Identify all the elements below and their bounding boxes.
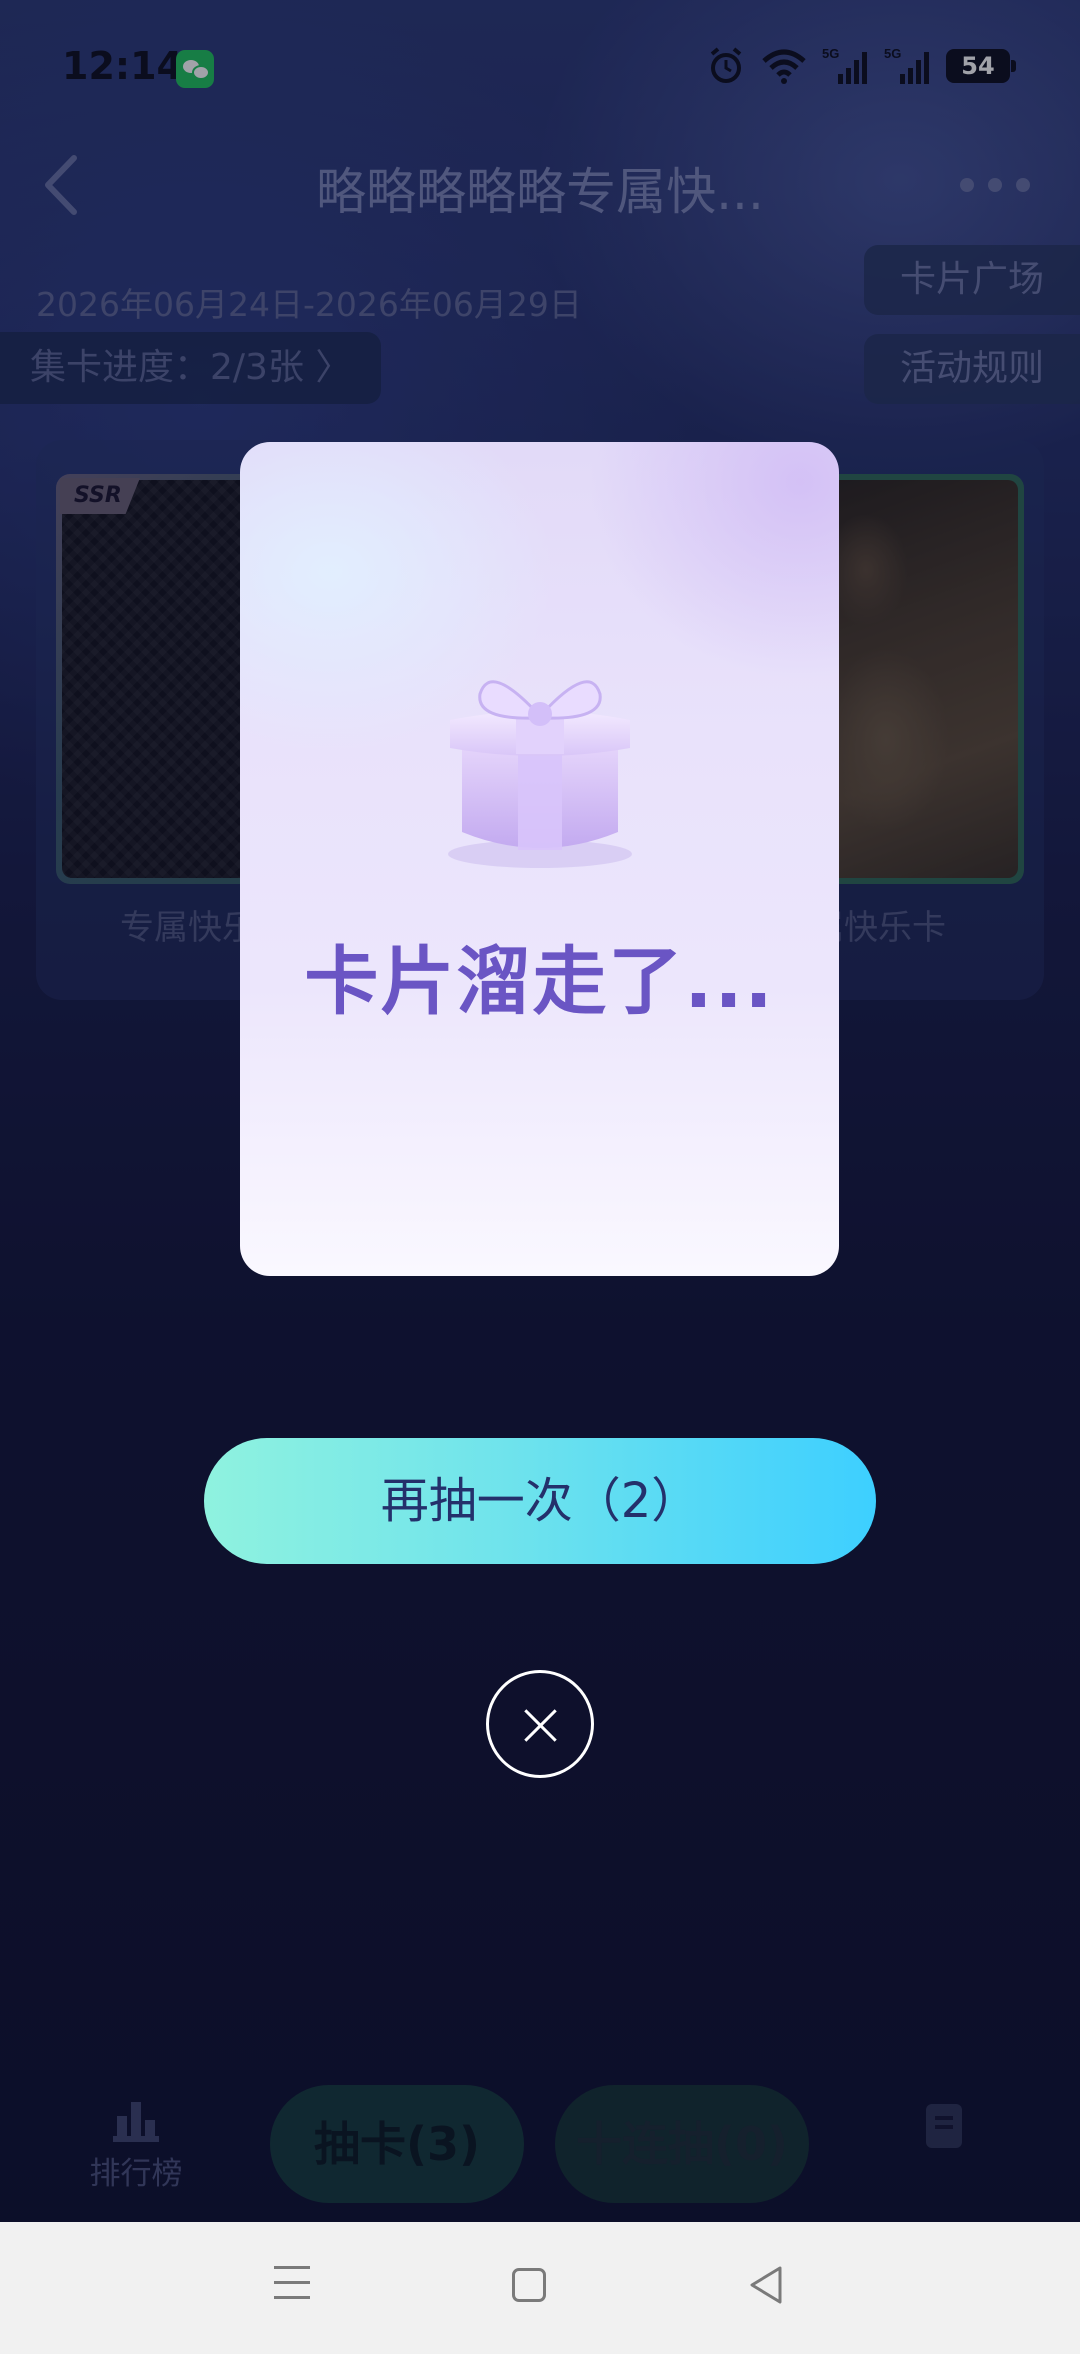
system-nav-bar	[0, 2222, 1080, 2354]
nav-home-icon[interactable]	[512, 2268, 546, 2302]
redraw-button[interactable]: 再抽一次（2）	[204, 1438, 876, 1564]
nav-recents-icon[interactable]	[274, 2266, 314, 2306]
draw-result-modal: 卡片溜走了...	[240, 442, 839, 1276]
close-icon[interactable]	[486, 1670, 594, 1778]
draw-result-message: 卡片溜走了...	[304, 939, 775, 1025]
gift-box-icon	[448, 680, 632, 868]
nav-back-icon[interactable]	[746, 2264, 786, 2306]
